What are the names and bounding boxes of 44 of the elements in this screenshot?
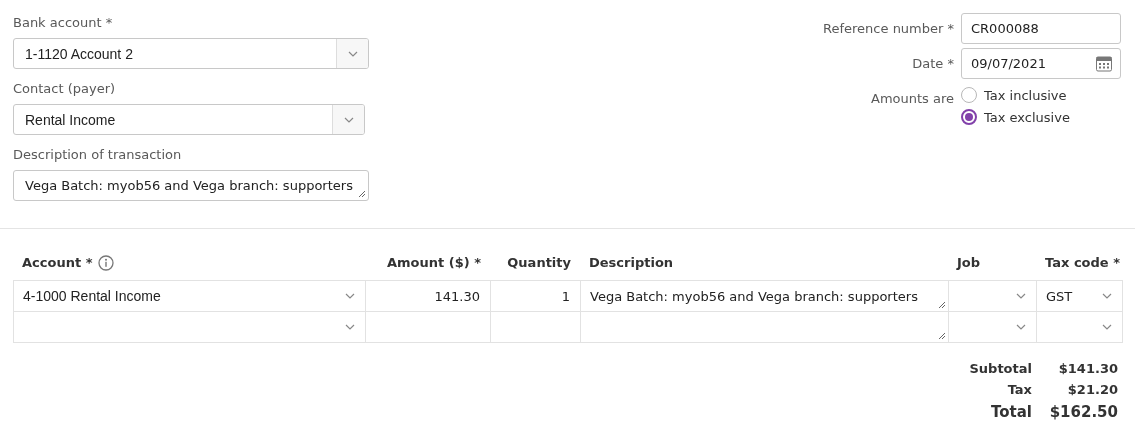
chevron-down-icon[interactable]: [1102, 293, 1112, 299]
resize-grip-icon[interactable]: [938, 332, 946, 340]
field-label: Reference number *: [823, 19, 954, 38]
field-label: Bank account *: [13, 14, 114, 32]
select-cell[interactable]: [1036, 311, 1123, 343]
chevron-down-icon[interactable]: [345, 324, 355, 330]
column-header: Quantity: [507, 255, 571, 270]
total-label: Subtotal: [969, 361, 1033, 376]
radio-button[interactable]: [961, 87, 977, 103]
column-header: Job: [957, 255, 981, 270]
select-cell[interactable]: [13, 311, 366, 343]
chevron-down-icon[interactable]: [345, 293, 355, 299]
select-cell[interactable]: GST: [1036, 280, 1123, 312]
calendar-icon[interactable]: [1096, 55, 1112, 72]
field-label: Date *: [911, 54, 954, 73]
radio-option[interactable]: Tax inclusive: [961, 87, 1121, 103]
column-header: Description: [589, 255, 674, 270]
total-value: $141.30: [1057, 361, 1118, 376]
info-icon[interactable]: [98, 254, 115, 271]
chevron-down-icon[interactable]: [343, 116, 354, 123]
field-label: Description of transaction: [13, 146, 183, 164]
column-header: Amount ($) *: [386, 255, 481, 270]
radio-button[interactable]: [961, 109, 977, 125]
column-header: Account *: [22, 255, 93, 270]
resize-grip-icon[interactable]: [358, 190, 366, 198]
field-label: Contact (payer): [13, 80, 117, 98]
field-label: Amounts are: [870, 90, 954, 108]
resize-grip-icon[interactable]: [938, 301, 946, 309]
total-label: Total: [990, 403, 1033, 421]
date-field[interactable]: 09/07/2021: [961, 48, 1121, 79]
total-label: Tax: [1006, 382, 1033, 397]
total-value: $162.50: [1048, 403, 1118, 421]
text-area[interactable]: Vega Batch: myob56 and Vega branch: supporters: [13, 170, 369, 201]
radio-option[interactable]: Tax exclusive: [961, 109, 1121, 125]
select-field[interactable]: 1-1120 Account 2: [13, 38, 369, 69]
chevron-down-icon[interactable]: [1102, 324, 1112, 330]
total-value: $21.20: [1066, 382, 1118, 397]
chevron-down-icon[interactable]: [347, 50, 358, 57]
text-field[interactable]: CR000088: [961, 13, 1121, 44]
select-field[interactable]: Rental Income: [13, 104, 365, 135]
chevron-down-icon[interactable]: [1016, 293, 1026, 299]
select-cell[interactable]: 4-1000 Rental Income: [13, 280, 366, 312]
chevron-down-icon[interactable]: [1016, 324, 1026, 330]
column-header: Tax code *: [1045, 255, 1120, 270]
